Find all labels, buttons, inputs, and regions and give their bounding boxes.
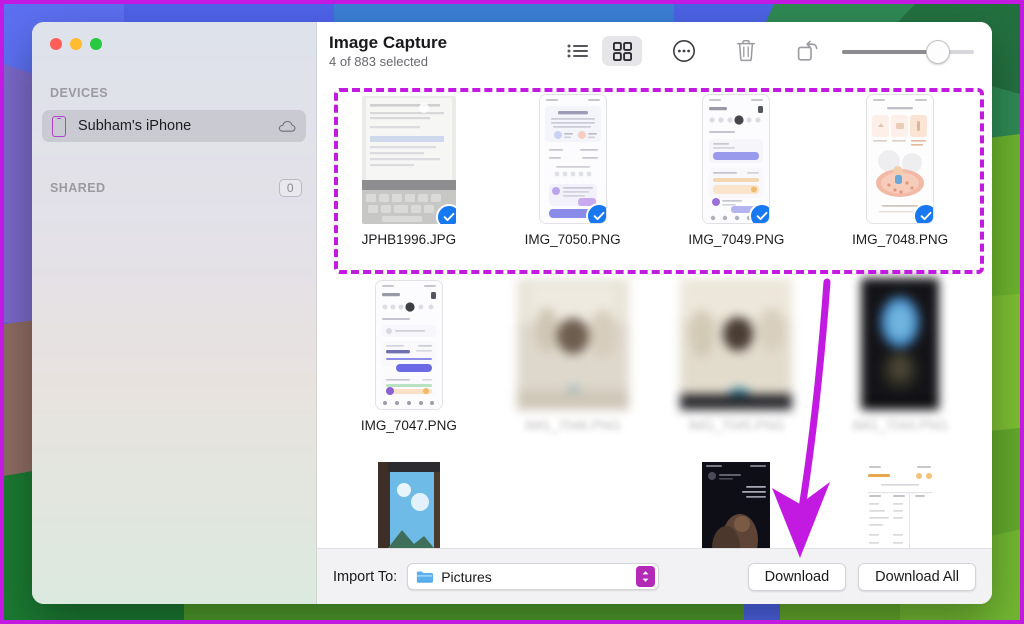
import-to-label: Import To: — [333, 569, 397, 585]
selected-badge — [749, 203, 770, 224]
minimize-button[interactable] — [70, 38, 82, 50]
folder-icon — [416, 570, 433, 584]
thumbnail-row: IMG_7047.PNG — [327, 272, 982, 458]
grid-view-icon — [613, 42, 632, 61]
sidebar-section-devices-label: DEVICES — [50, 86, 108, 100]
slider-fill — [842, 50, 937, 54]
thumbnail-item[interactable]: IMG_7047.PNG — [327, 272, 491, 458]
thumbnail-filename: IMG_7049.PNG — [688, 232, 784, 247]
thumbnail-filename: JPHB1996.JPG — [362, 232, 457, 247]
thumbnail-image-health — [702, 94, 770, 224]
sidebar-section-shared-label: SHARED — [50, 181, 105, 195]
thumbnail-image-receipt — [863, 462, 937, 548]
thumbnail-item[interactable]: IMG_7045.PNG — [655, 272, 819, 458]
thumbnail-item[interactable] — [491, 458, 655, 548]
sidebar-item-subhams-iphone[interactable]: Subham's iPhone — [42, 110, 306, 142]
thumbnail-image-breather — [539, 94, 607, 224]
thumbnail-size-slider[interactable] — [842, 40, 974, 62]
thumbnail-filename: IMG_7050.PNG — [525, 232, 621, 247]
thumbnail-item[interactable]: IMG_7050.PNG — [491, 86, 655, 272]
thumbnail-row: JPHB1996.JPG — [327, 86, 982, 272]
selected-badge — [436, 204, 456, 224]
thumbnail-item[interactable] — [655, 458, 819, 548]
thumbnail-item[interactable] — [818, 458, 982, 548]
selection-status: 4 of 883 selected — [329, 53, 447, 70]
thumbnail-image-dark-couple — [702, 462, 770, 548]
thumbnail-image-finance — [375, 280, 443, 410]
thumbnail-image-portrait-2 — [680, 278, 792, 410]
cloud-icon — [278, 120, 296, 133]
bottom-bar: Import To: Pictures — [317, 548, 992, 604]
import-destination-popup[interactable]: Pictures — [407, 563, 659, 590]
grid-view-button[interactable] — [602, 36, 642, 66]
sidebar-section-devices: DEVICES — [50, 86, 302, 100]
download-all-button[interactable]: Download All — [858, 563, 976, 591]
thumbnail-item[interactable]: IMG_7046.PNG — [491, 272, 655, 458]
thumbnail-item[interactable]: IMG_7044.PNG — [818, 272, 982, 458]
thumbnail-item[interactable] — [327, 458, 491, 548]
selected-badge — [913, 203, 934, 224]
sidebar-item-label: Subham's iPhone — [78, 118, 278, 134]
thumbnail-filename: IMG_7044.PNG — [852, 418, 948, 433]
content-area: Image Capture 4 of 883 selected — [317, 22, 992, 604]
close-button[interactable] — [50, 38, 62, 50]
rotate-icon — [796, 39, 820, 63]
shared-count-badge: 0 — [279, 179, 302, 197]
thumbnail-filename: IMG_7046.PNG — [525, 418, 621, 433]
thumbnail-filename: IMG_7047.PNG — [361, 418, 457, 433]
chevron-up-down-icon[interactable] — [636, 566, 655, 587]
thumbnail-image-window-sky — [378, 462, 440, 548]
window-controls — [50, 38, 102, 50]
list-view-button[interactable] — [558, 36, 598, 66]
thumbnail-item[interactable]: IMG_7049.PNG — [655, 86, 819, 272]
image-capture-window: DEVICES Subham's iPhone SHARED 0 Image C… — [32, 22, 992, 604]
title-block: Image Capture 4 of 883 selected — [325, 33, 447, 70]
thumbnail-filename: IMG_7045.PNG — [688, 418, 784, 433]
thumbnail-row — [327, 458, 982, 548]
zoom-button[interactable] — [90, 38, 102, 50]
sidebar: DEVICES Subham's iPhone SHARED 0 — [32, 22, 317, 604]
thumbnail-item[interactable]: JPHB1996.JPG — [327, 86, 491, 272]
import-destination-value: Pictures — [441, 569, 636, 585]
thumbnail-image-portrait-1 — [517, 278, 629, 410]
page-title: Image Capture — [329, 33, 447, 52]
list-view-icon — [567, 43, 589, 59]
more-options-button[interactable] — [664, 36, 704, 66]
ellipsis-circle-icon — [672, 39, 696, 63]
rotate-button[interactable] — [788, 36, 828, 66]
screenshot-root: DEVICES Subham's iPhone SHARED 0 Image C… — [0, 0, 1024, 624]
phone-icon — [52, 116, 66, 137]
selected-badge — [586, 203, 607, 224]
sidebar-section-shared: SHARED 0 — [50, 179, 302, 197]
thumbnail-filename: IMG_7048.PNG — [852, 232, 948, 247]
delete-button[interactable] — [726, 36, 766, 66]
thumbnail-image-dark-phone — [861, 278, 939, 410]
thumbnail-item[interactable]: IMG_7048.PNG — [818, 86, 982, 272]
thumbnail-image-illustration — [866, 94, 934, 224]
trash-icon — [736, 39, 756, 63]
download-button[interactable]: Download — [748, 563, 847, 591]
thumbnail-grid: JPHB1996.JPG — [317, 80, 992, 548]
toolbar: Image Capture 4 of 883 selected — [317, 22, 992, 80]
slider-knob[interactable] — [926, 40, 950, 64]
